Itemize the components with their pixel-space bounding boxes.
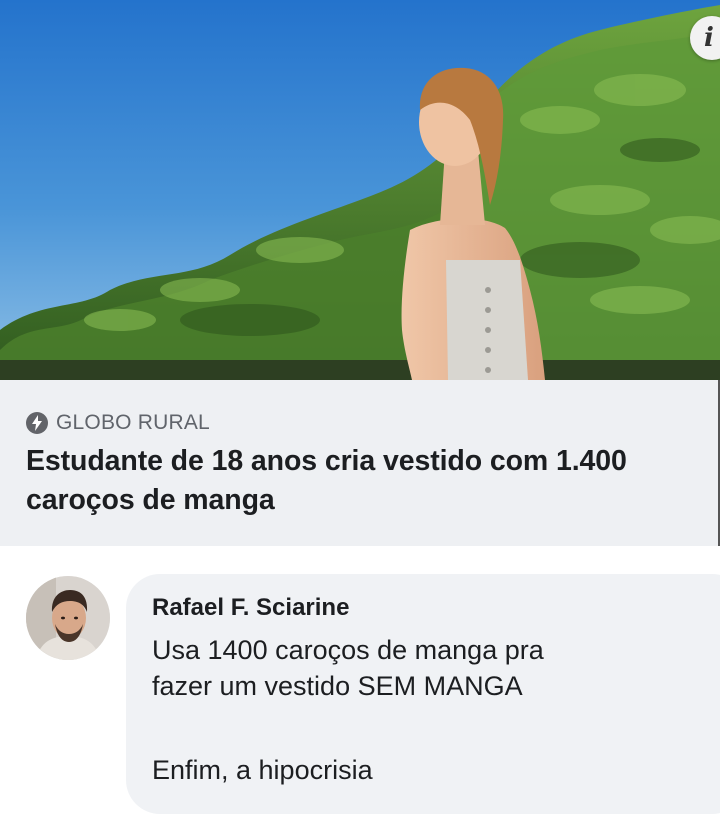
news-meta: GLOBO RURAL Estudante de 18 anos cria ve… xyxy=(0,380,720,546)
avatar[interactable] xyxy=(26,576,110,660)
comment-line: Enfim, a hipocrisia xyxy=(152,755,373,785)
profile-photo xyxy=(26,576,110,660)
source-row: GLOBO RURAL xyxy=(26,410,210,436)
comment-author[interactable]: Rafael F. Sciarine xyxy=(152,594,349,622)
news-headline[interactable]: Estudante de 18 anos cria vestido com 1.… xyxy=(26,442,716,520)
comment: Rafael F. Sciarine Usa 1400 caroços de m… xyxy=(0,552,720,814)
comment-text: Usa 1400 caroços de manga pra fazer um v… xyxy=(152,632,720,788)
news-thumbnail-image[interactable]: i xyxy=(0,0,720,380)
lightning-bolt-icon xyxy=(26,412,48,434)
comment-line: fazer um vestido SEM MANGA xyxy=(152,671,523,701)
orchard-photo xyxy=(0,0,720,380)
comment-line: Usa 1400 caroços de manga pra xyxy=(152,635,544,665)
news-link-card[interactable]: i GLOBO RURAL Estudante de 18 anos cria … xyxy=(0,0,720,552)
comment-bubble: Rafael F. Sciarine Usa 1400 caroços de m… xyxy=(126,574,720,814)
source-name: GLOBO RURAL xyxy=(56,411,210,434)
